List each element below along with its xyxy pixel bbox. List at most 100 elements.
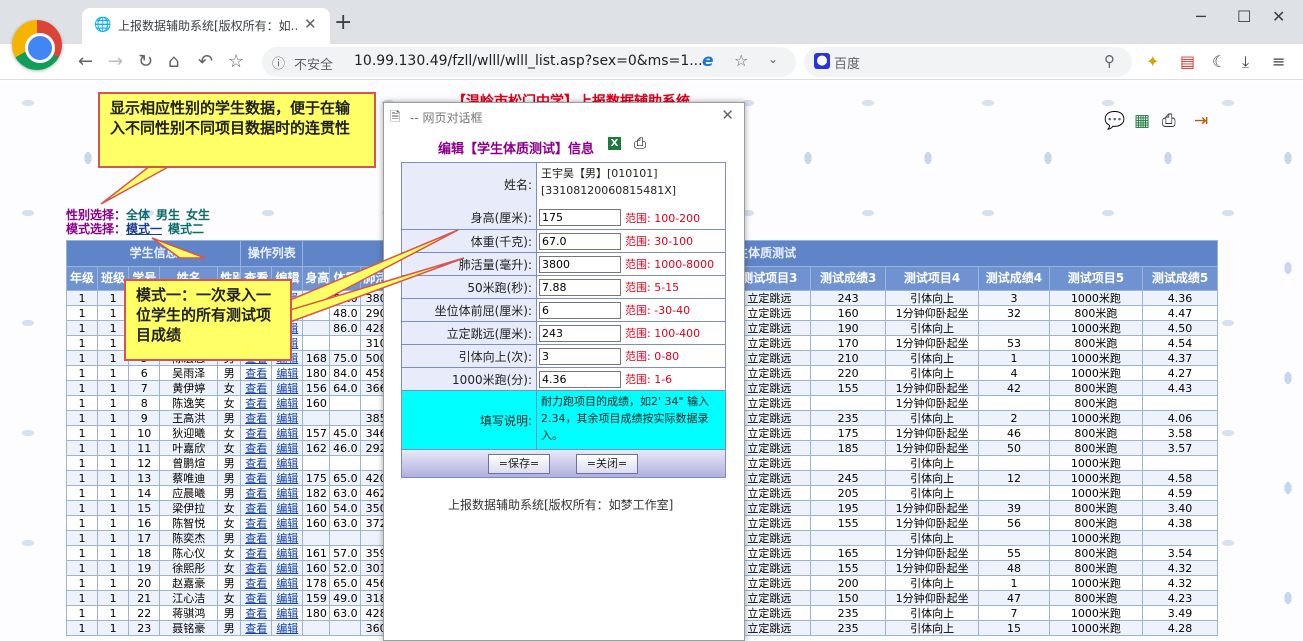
table-cell: 23 <box>128 620 161 636</box>
field-input[interactable] <box>539 255 621 273</box>
table-cell: 狄迎曦 <box>159 425 219 441</box>
table-cell: 引体向上 <box>884 485 980 501</box>
edit-link[interactable]: 编辑 <box>271 425 304 441</box>
view-link[interactable]: 查看 <box>240 545 273 561</box>
view-link[interactable]: 查看 <box>240 395 273 411</box>
edit-link[interactable]: 编辑 <box>271 365 304 381</box>
close-tab-icon[interactable]: ✕ <box>304 15 317 33</box>
view-link[interactable]: 查看 <box>240 515 273 531</box>
edit-link[interactable]: 编辑 <box>271 410 304 426</box>
view-link[interactable]: 查看 <box>240 425 273 441</box>
table-cell: 160 <box>810 305 886 321</box>
print-icon[interactable]: ⎙ <box>634 134 646 152</box>
minimize-button[interactable]: ─ <box>1196 7 1206 26</box>
bookmark-star-icon[interactable]: ☆ <box>228 51 244 72</box>
reload-icon[interactable]: ↻ <box>138 51 153 72</box>
edit-link[interactable]: 编辑 <box>271 440 304 456</box>
view-link[interactable]: 查看 <box>240 455 273 471</box>
column-header: 年级 <box>65 266 99 291</box>
undo-icon[interactable]: ↶ <box>198 51 213 72</box>
edit-link[interactable]: 编辑 <box>271 590 304 606</box>
info-icon[interactable]: ⓘ <box>272 53 285 72</box>
table-cell: 22 <box>128 605 161 621</box>
field-input[interactable] <box>539 209 621 226</box>
view-link[interactable]: 查看 <box>240 575 273 591</box>
view-link[interactable]: 查看 <box>240 410 273 426</box>
field-input[interactable] <box>539 324 621 342</box>
table-cell: 1 <box>97 365 130 381</box>
table-cell: 1 <box>65 395 99 411</box>
table-cell <box>1142 530 1218 546</box>
view-link[interactable]: 查看 <box>240 560 273 576</box>
search-icon[interactable]: ⚲ <box>1104 52 1115 70</box>
view-link[interactable]: 查看 <box>240 485 273 501</box>
view-link[interactable]: 查看 <box>240 440 273 456</box>
window-close-button[interactable]: ✕ <box>1272 7 1285 26</box>
excel-icon[interactable]: ▦ <box>1134 111 1150 131</box>
table-cell: 1000米跑 <box>1048 350 1144 366</box>
browser-tab[interactable]: 🌐 上报数据辅助系统[版权所有：如... ✕ <box>82 8 330 44</box>
view-link[interactable]: 查看 <box>240 365 273 381</box>
column-header: 测试成绩4 <box>978 266 1050 291</box>
edit-link[interactable]: 编辑 <box>271 575 304 591</box>
dialog-close-icon[interactable]: ✕ <box>721 106 734 124</box>
edit-link[interactable]: 编辑 <box>271 470 304 486</box>
view-link[interactable]: 查看 <box>240 590 273 606</box>
menu-icon[interactable]: ≡ <box>1272 52 1285 71</box>
address-bar[interactable]: ⓘ 不安全 10.99.130.49/fzll/wlll/wlll_list.a… <box>262 47 796 77</box>
home-icon[interactable]: ⌂ <box>168 51 179 72</box>
table-cell: 1 <box>65 440 99 456</box>
edit-link[interactable]: 编辑 <box>271 605 304 621</box>
close-button[interactable]: =关闭= <box>576 454 638 474</box>
chevron-down-icon[interactable]: ⌄ <box>768 52 778 66</box>
print-icon[interactable]: ⎙ <box>1162 111 1176 131</box>
new-tab-button[interactable]: + <box>334 10 352 35</box>
edit-link[interactable]: 编辑 <box>271 455 304 471</box>
extension-icon[interactable]: ✦ <box>1146 52 1159 71</box>
field-input[interactable] <box>539 347 621 365</box>
field-range: 范围: 100-200 <box>625 211 701 225</box>
ie-mode-icon[interactable]: e <box>702 51 714 71</box>
field-input[interactable] <box>539 278 621 296</box>
maximize-button[interactable]: ☐ <box>1237 7 1251 26</box>
url-text[interactable]: 10.99.130.49/fzll/wlll/wlll_list.asp?sex… <box>354 53 703 69</box>
table-cell: 1 <box>97 380 130 396</box>
view-link[interactable]: 查看 <box>240 470 273 486</box>
table-cell <box>302 410 331 426</box>
mode-two-link[interactable]: 模式二 <box>168 222 204 236</box>
edit-link[interactable]: 编辑 <box>271 380 304 396</box>
table-cell: 聂铭豪 <box>159 620 219 636</box>
edit-link[interactable]: 编辑 <box>271 485 304 501</box>
edit-link[interactable]: 编辑 <box>271 560 304 576</box>
search-box[interactable]: ● 百度 ⚲ <box>804 47 1132 77</box>
mode-one-link[interactable]: 模式一 <box>126 222 162 236</box>
field-input[interactable] <box>539 370 621 388</box>
table-cell: 女 <box>217 440 242 456</box>
download-icon[interactable]: ⤓ <box>1242 52 1249 72</box>
dark-mode-icon[interactable]: ☾ <box>1212 52 1226 71</box>
edit-link[interactable]: 编辑 <box>271 395 304 411</box>
field-input[interactable] <box>539 232 621 250</box>
edit-link[interactable]: 编辑 <box>271 500 304 516</box>
table-cell: 4 <box>978 365 1050 381</box>
table-cell: 女 <box>217 515 242 531</box>
view-link[interactable]: 查看 <box>240 620 273 636</box>
edit-link[interactable]: 编辑 <box>271 545 304 561</box>
edit-link[interactable]: 编辑 <box>271 620 304 636</box>
favorite-star-icon[interactable]: ☆ <box>734 51 748 70</box>
view-link[interactable]: 查看 <box>240 530 273 546</box>
exit-icon[interactable]: ⇥ <box>1194 111 1208 131</box>
excel-icon[interactable]: X <box>608 137 621 150</box>
view-link[interactable]: 查看 <box>240 500 273 516</box>
field-input[interactable] <box>539 301 621 319</box>
pdf-icon[interactable]: ▤ <box>1180 52 1195 71</box>
back-icon[interactable]: ← <box>78 51 93 72</box>
edit-link[interactable]: 编辑 <box>271 530 304 546</box>
table-cell: 叶嘉欣 <box>159 440 219 456</box>
save-button[interactable]: =保存= <box>488 454 550 474</box>
forward-icon[interactable]: → <box>108 51 123 72</box>
message-icon[interactable]: 💬 <box>1104 111 1125 131</box>
view-link[interactable]: 查看 <box>240 605 273 621</box>
view-link[interactable]: 查看 <box>240 380 273 396</box>
edit-link[interactable]: 编辑 <box>271 515 304 531</box>
